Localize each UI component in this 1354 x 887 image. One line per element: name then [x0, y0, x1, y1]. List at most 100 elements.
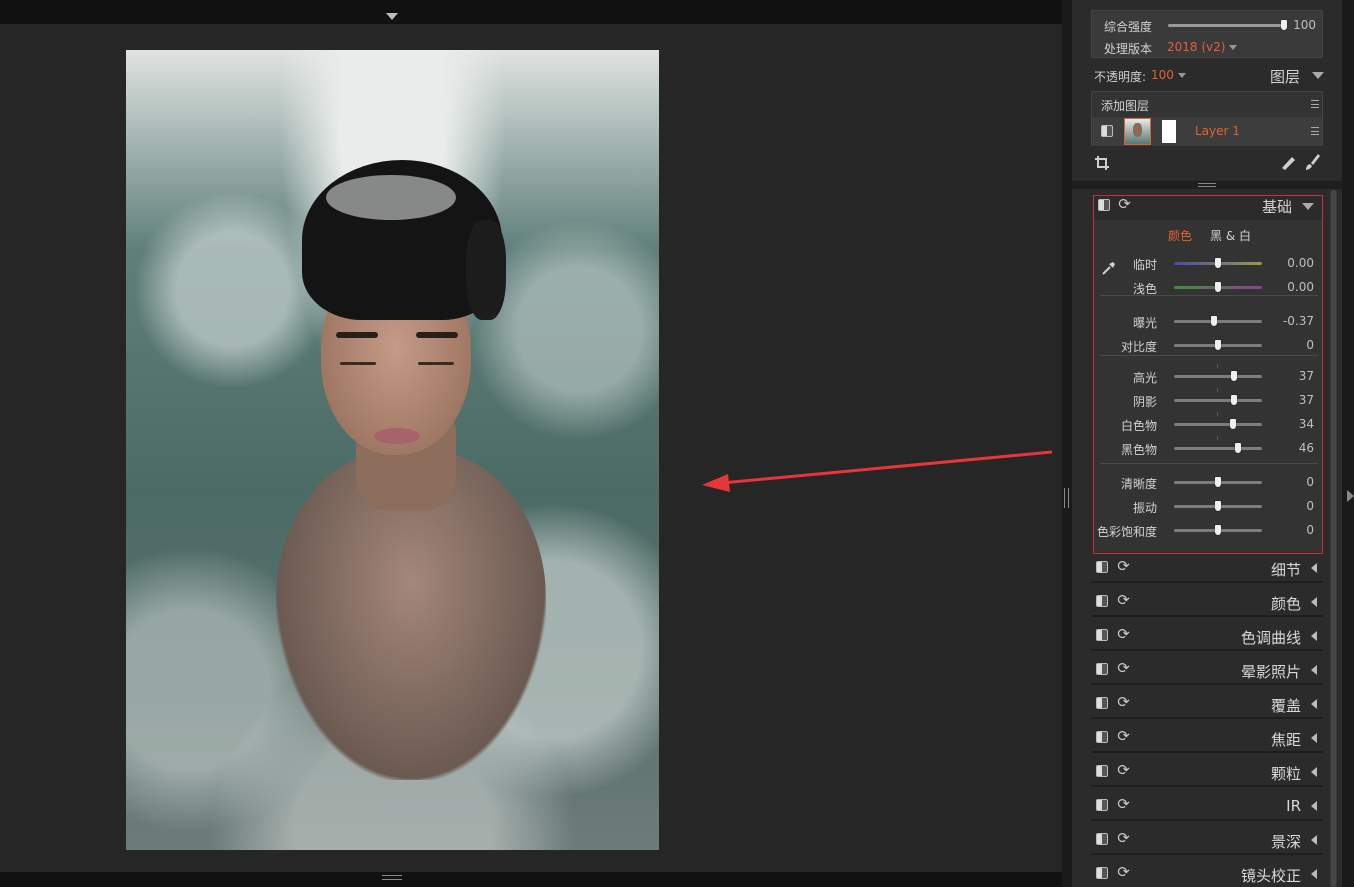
section-title[interactable]: 景深 — [1271, 831, 1301, 852]
eraser-icon[interactable] — [1280, 154, 1296, 170]
expand-icon[interactable] — [1311, 631, 1317, 641]
slider-knob[interactable] — [1231, 395, 1238, 405]
slider-value[interactable]: 37 — [1299, 369, 1314, 383]
expand-icon[interactable] — [1311, 733, 1317, 743]
layer-row[interactable]: Layer 1 — [1092, 117, 1322, 146]
slider-value[interactable]: 0 — [1306, 475, 1314, 489]
expand-icon[interactable] — [1311, 563, 1317, 573]
tab-black-white[interactable]: 黑 & 白 — [1210, 227, 1251, 244]
slider-track[interactable] — [1174, 375, 1262, 378]
reset-icon[interactable]: ⟳ — [1116, 593, 1131, 608]
section-title[interactable]: 焦距 — [1271, 729, 1301, 750]
slider-knob[interactable] — [1215, 501, 1221, 511]
slider-knob[interactable] — [1211, 316, 1218, 326]
right-panel-toggle-icon[interactable] — [1347, 490, 1354, 502]
slider-value[interactable]: 37 — [1299, 393, 1314, 407]
slider-value[interactable]: 0 — [1306, 499, 1314, 513]
expand-icon[interactable] — [1311, 597, 1317, 607]
section-title[interactable]: 细节 — [1271, 559, 1301, 580]
slider-track[interactable] — [1174, 447, 1262, 450]
slider-knob[interactable] — [1235, 443, 1242, 453]
section-visibility-icon[interactable] — [1096, 867, 1108, 879]
slider-row[interactable]: 高光 37 — [1094, 364, 1322, 387]
slider-row[interactable]: 清晰度 0 — [1094, 475, 1322, 493]
slider-track[interactable] — [1174, 399, 1262, 402]
adjustment-section[interactable]: ⟳ 细节 — [1091, 553, 1323, 583]
reset-icon[interactable]: ⟳ — [1116, 695, 1131, 710]
section-title[interactable]: IR — [1286, 797, 1301, 815]
adjustment-section[interactable]: ⟳ 颜色 — [1091, 587, 1323, 617]
section-visibility-icon[interactable] — [1096, 833, 1108, 845]
adjustment-section[interactable]: ⟳ 镜头校正 — [1091, 859, 1323, 887]
reset-icon[interactable]: ⟳ — [1116, 797, 1131, 812]
process-version-dropdown[interactable]: 2018 (v2) — [1167, 40, 1238, 54]
strength-slider-knob[interactable] — [1281, 20, 1287, 30]
section-title[interactable]: 色调曲线 — [1241, 627, 1301, 648]
crop-icon[interactable] — [1094, 155, 1110, 171]
adjustment-section[interactable]: ⟳ 景深 — [1091, 825, 1323, 855]
slider-row[interactable]: 曝光 -0.37 — [1094, 314, 1322, 332]
slider-track[interactable] — [1174, 423, 1262, 426]
section-visibility-icon[interactable] — [1096, 765, 1108, 777]
adjustment-section[interactable]: ⟳ 焦距 — [1091, 723, 1323, 753]
section-visibility-icon[interactable] — [1096, 799, 1108, 811]
section-title[interactable]: 颜色 — [1271, 593, 1301, 614]
reset-icon[interactable]: ⟳ — [1116, 729, 1131, 744]
panel-scroll-thumb[interactable] — [1331, 190, 1336, 887]
section-title[interactable]: 晕影照片 — [1241, 661, 1301, 682]
slider-knob[interactable] — [1229, 419, 1236, 429]
slider-row[interactable]: 黑色物 46 — [1094, 436, 1322, 459]
expand-icon[interactable] — [1311, 665, 1317, 675]
section-visibility-icon[interactable] — [1096, 561, 1108, 573]
section-visibility-icon[interactable] — [1098, 199, 1110, 211]
expand-icon[interactable] — [1311, 869, 1317, 879]
expand-icon[interactable] — [1311, 801, 1317, 811]
section-visibility-icon[interactable] — [1096, 663, 1108, 675]
layer-thumbnail[interactable] — [1124, 118, 1151, 145]
image-canvas[interactable] — [0, 0, 1062, 887]
adjustment-section[interactable]: ⟳ 色调曲线 — [1091, 621, 1323, 651]
layer-visibility-icon[interactable] — [1101, 125, 1113, 137]
reset-icon[interactable]: ⟳ — [1116, 627, 1131, 642]
reset-icon[interactable]: ⟳ — [1117, 197, 1132, 212]
reset-icon[interactable]: ⟳ — [1116, 559, 1131, 574]
slider-value[interactable]: 0.00 — [1287, 256, 1314, 270]
slider-value[interactable]: -0.37 — [1283, 314, 1314, 328]
slider-value[interactable]: 46 — [1299, 441, 1314, 455]
slider-knob[interactable] — [1215, 340, 1221, 350]
basic-collapse-icon[interactable] — [1302, 203, 1314, 210]
reset-icon[interactable]: ⟳ — [1116, 763, 1131, 778]
adjustment-section[interactable]: ⟳ 覆盖 — [1091, 689, 1323, 719]
slider-knob[interactable] — [1215, 525, 1221, 535]
slider-row[interactable]: 阴影 37 — [1094, 388, 1322, 411]
top-panel-toggle-icon[interactable] — [386, 13, 398, 20]
slider-knob[interactable] — [1231, 371, 1238, 381]
adjustment-section[interactable]: ⟳ IR — [1091, 791, 1323, 821]
expand-icon[interactable] — [1311, 699, 1317, 709]
slider-row[interactable]: 临时 0.00 — [1094, 256, 1322, 274]
layer-name[interactable]: Layer 1 — [1195, 124, 1240, 138]
reset-icon[interactable]: ⟳ — [1116, 865, 1131, 880]
strength-slider-track[interactable] — [1168, 24, 1284, 27]
basic-section-title[interactable]: 基础 — [1262, 196, 1292, 217]
layers-menu-icon[interactable] — [1311, 100, 1319, 108]
section-title[interactable]: 镜头校正 — [1241, 865, 1301, 886]
expand-icon[interactable] — [1311, 767, 1317, 777]
section-visibility-icon[interactable] — [1096, 697, 1108, 709]
expand-icon[interactable] — [1311, 835, 1317, 845]
slider-row[interactable]: 振动 0 — [1094, 499, 1322, 517]
panel-splitter[interactable] — [1062, 0, 1072, 887]
layers-collapse-icon[interactable] — [1312, 72, 1324, 79]
slider-value[interactable]: 34 — [1299, 417, 1314, 431]
slider-value[interactable]: 0 — [1306, 338, 1314, 352]
adjustment-section[interactable]: ⟳ 晕影照片 — [1091, 655, 1323, 685]
left-resize-handle[interactable] — [1064, 488, 1069, 508]
section-title[interactable]: 覆盖 — [1271, 695, 1301, 716]
panel-scrollbar[interactable] — [1330, 190, 1337, 887]
divider-resize-handle[interactable] — [1198, 183, 1216, 187]
section-visibility-icon[interactable] — [1096, 629, 1108, 641]
slider-row[interactable]: 色彩饱和度 0 — [1094, 523, 1322, 541]
bottom-resize-handle[interactable] — [382, 875, 402, 880]
slider-knob[interactable] — [1215, 258, 1221, 268]
reset-icon[interactable]: ⟳ — [1116, 831, 1131, 846]
